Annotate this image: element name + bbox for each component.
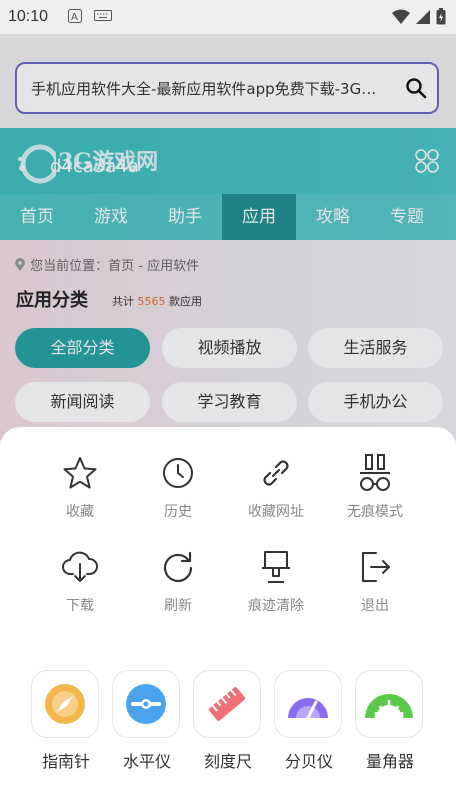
tool-decibel-label: 分贝仪: [284, 752, 333, 771]
menu-favorite[interactable]: 收藏: [31, 453, 129, 521]
menu-exit[interactable]: 退出: [326, 547, 424, 615]
clock-time: 10:10: [8, 8, 49, 25]
tool-ruler-label: 刻度尺: [203, 752, 252, 771]
menu-incognito[interactable]: 无痕模式: [326, 453, 424, 521]
compass-icon: [45, 684, 85, 724]
protractor-icon: [365, 694, 413, 718]
ruler-icon: [208, 687, 246, 721]
menu-exit-label: 退出: [361, 598, 389, 614]
tool-compass[interactable]: 指南针: [31, 670, 101, 772]
decibel-icon: [288, 698, 328, 720]
svg-text:A: A: [71, 12, 78, 23]
menu-refresh-label: 刷新: [164, 598, 192, 614]
menu-download[interactable]: 下载: [31, 547, 129, 615]
menu-clear-traces[interactable]: 痕迹清除: [227, 547, 325, 615]
menu-refresh[interactable]: 刷新: [129, 547, 227, 615]
menu-download-label: 下载: [66, 598, 94, 614]
tool-compass-label: 指南针: [41, 752, 90, 771]
wifi-icon: [392, 9, 410, 24]
app-notification-icon: A: [68, 9, 82, 23]
link-icon: [263, 460, 289, 486]
menu-bookmark-url[interactable]: 收藏网址: [227, 453, 325, 521]
menu-clear-traces-label: 痕迹清除: [248, 598, 304, 614]
refresh-icon: [163, 551, 193, 583]
tool-level[interactable]: 水平仪: [112, 670, 182, 772]
cloud-download-icon: [62, 551, 98, 582]
tool-protractor[interactable]: 量角器: [355, 670, 425, 772]
menu-history[interactable]: 历史: [129, 453, 227, 521]
tool-protractor-label: 量角器: [365, 752, 414, 771]
exit-icon: [362, 552, 390, 582]
browser-menu-sheet: 收藏 历史 收藏网址 无痕模式 下载 刷新 痕迹清除 退出 指南针 水平仪 刻度…: [0, 427, 456, 810]
brush-icon: [262, 551, 290, 583]
menu-bookmark-url-label: 收藏网址: [248, 504, 304, 520]
menu-history-label: 历史: [164, 504, 192, 520]
star-icon: [63, 457, 97, 489]
level-icon: [126, 684, 166, 724]
dim-overlay[interactable]: [0, 34, 456, 440]
menu-incognito-label: 无痕模式: [347, 504, 403, 520]
tool-ruler[interactable]: 刻度尺: [193, 670, 263, 772]
status-bar: 10:10 A: [0, 0, 456, 34]
incognito-icon: [360, 454, 390, 491]
battery-icon: [436, 8, 446, 25]
keyboard-icon: [94, 10, 112, 21]
tool-decibel[interactable]: 分贝仪: [274, 670, 344, 772]
menu-favorite-label: 收藏: [66, 504, 94, 520]
tool-level-label: 水平仪: [122, 752, 171, 771]
signal-icon: [416, 9, 430, 24]
clock-icon: [163, 458, 193, 488]
